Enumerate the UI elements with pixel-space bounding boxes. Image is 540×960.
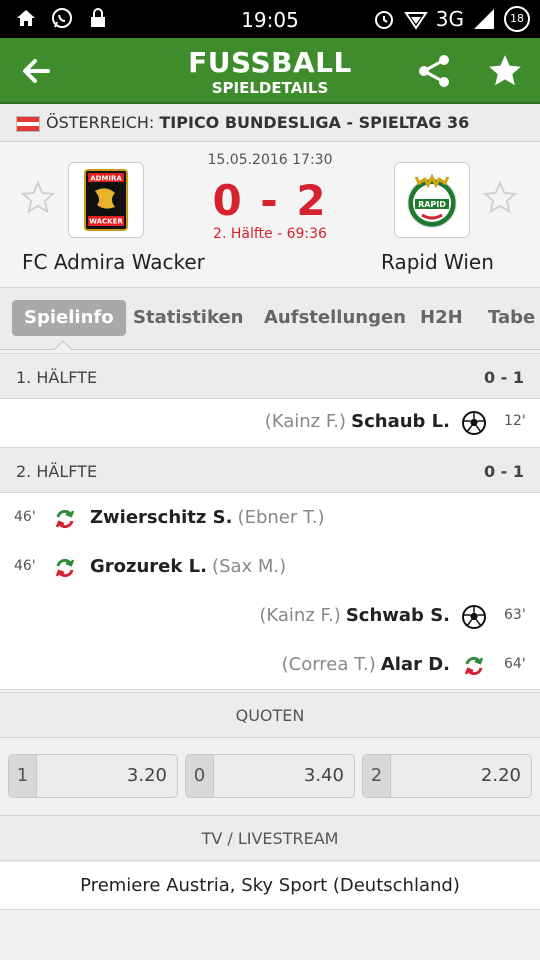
event-player: Alar D. [380,654,450,675]
goal-ball-icon [462,411,486,435]
league-bar[interactable]: ÖSTERREICH: TIPICO BUNDESLIGA - SPIELTAG… [0,104,540,142]
half-header-1: 1. HÄLFTE 0 - 1 [0,353,540,399]
substitution-icon [55,509,75,529]
event-assist: (Correa T.) [281,654,376,675]
event-player: Schaub L. [351,411,450,432]
event-assist: (Ebner T.) [237,507,325,528]
half-label: 1. HÄLFTE [16,368,98,387]
event-minute: 46' [14,558,36,574]
event-text: Grozurek L. (Sax M.) [90,556,286,577]
signal-icon [474,9,494,29]
odds-away-button[interactable]: 2 2.20 [362,754,532,798]
star-icon[interactable] [486,52,524,90]
app-bar: FUSSBALL SPIELDETAILS [0,38,540,104]
event-row[interactable]: 46' Grozurek L. (Sax M.) [0,544,540,592]
half-1-events: (Kainz F.) Schaub L. 12' [0,399,540,447]
odds-value: 3.20 [126,765,167,786]
event-assist: (Kainz F.) [264,411,347,432]
alarm-icon [374,11,393,29]
event-minute: 46' [14,509,36,525]
event-row[interactable]: (Kainz F.) Schwab S. 63' [0,593,540,641]
active-tab-caret-icon [54,340,72,350]
tab-bar: Spielinfo Statistiken Aufstellungen H2H … [0,288,540,350]
event-row[interactable]: 46' Zwierschitz S. (Ebner T.) [0,495,540,543]
event-player: Schwab S. [345,605,450,626]
event-minute: 64' [504,656,526,672]
half-result: 0 - 1 [483,462,524,481]
tv-channels: Premiere Austria, Sky Sport (Deutschland… [0,862,540,910]
league-country: ÖSTERREICH: [46,113,155,132]
half-result: 0 - 1 [483,368,524,387]
away-team-crest[interactable]: RAPID [394,162,470,238]
odds-key: 1 [9,755,37,797]
event-row[interactable]: (Kainz F.) Schaub L. 12' [0,399,540,447]
tab-aufstellungen[interactable]: Aufstellungen [264,300,406,336]
away-favorite-star-icon[interactable] [482,180,518,216]
austria-flag-icon [16,116,40,132]
event-assist: (Kainz F.) [259,605,341,626]
odds-header: QUOTEN [0,692,540,738]
odds-value: 3.40 [303,765,344,786]
substitution-icon [464,656,484,676]
odds-value: 2.20 [480,765,521,786]
event-player: Zwierschitz S. [90,507,233,528]
event-text: (Kainz F.) Schaub L. [265,411,450,432]
match-header: ADMIRA WACKER FC Admira Wacker 15.05.201… [0,142,540,288]
event-row[interactable]: (Correa T.) Alar D. 64' [0,642,540,690]
event-minute: 12' [504,413,526,429]
event-text: (Correa T.) Alar D. [282,654,450,675]
page-subtitle: SPIELDETAILS [211,79,329,97]
odds-home-button[interactable]: 1 3.20 [8,754,178,798]
tv-header: TV / LIVESTREAM [0,815,540,861]
page-title: FUSSBALL [188,46,352,79]
event-assist: (Sax M.) [212,556,287,577]
svg-text:RAPID: RAPID [418,200,446,209]
event-player: Grozurek L. [90,556,207,577]
flag-stripe-bottom [17,126,39,131]
odds-key: 2 [363,755,391,797]
battery-level: 18 [504,6,530,32]
rapid-crest-icon: RAPID [407,173,457,228]
half-label: 2. HÄLFTE [16,462,98,481]
tab-statistiken[interactable]: Statistiken [133,300,244,336]
tab-h2h[interactable]: H2H [420,300,463,336]
status-bar: 19:05 3G 18 [0,0,540,38]
share-icon[interactable] [416,53,452,89]
event-text: Zwierschitz S. (Ebner T.) [90,507,325,528]
away-team-name[interactable]: Rapid Wien [381,250,494,274]
network-type: 3G [435,7,464,31]
home-team-name[interactable]: FC Admira Wacker [22,250,205,274]
goal-ball-icon [462,605,486,629]
substitution-icon [55,558,75,578]
odds-key: 0 [186,755,214,797]
half-header-2: 2. HÄLFTE 0 - 1 [0,447,540,493]
league-name: TIPICO BUNDESLIGA - SPIELTAG 36 [159,113,470,132]
odds-draw-button[interactable]: 0 3.40 [185,754,355,798]
event-text: (Kainz F.) Schwab S. [259,605,450,626]
tab-tabelle[interactable]: Tabe [488,300,535,336]
event-minute: 63' [504,607,526,623]
league-label: ÖSTERREICH: TIPICO BUNDESLIGA - SPIELTAG… [46,113,469,132]
wifi-icon [403,12,428,30]
half-2-events: 46' Zwierschitz S. (Ebner T.) 46' Grozur… [0,493,540,690]
tab-spielinfo[interactable]: Spielinfo [12,300,126,336]
